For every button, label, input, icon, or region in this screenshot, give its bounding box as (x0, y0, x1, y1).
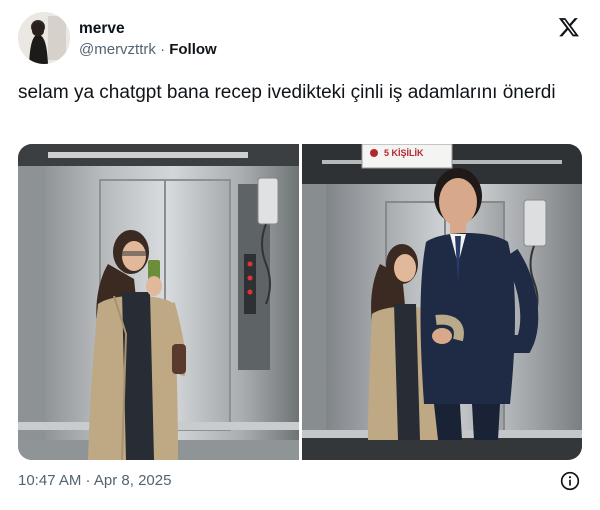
photo-selfie-with-man[interactable]: 5 KİŞİLİK (302, 144, 582, 460)
display-name[interactable]: merve (79, 20, 217, 38)
avatar[interactable] (18, 12, 70, 64)
separator-dot: · (160, 41, 166, 58)
follow-button[interactable]: Follow (169, 41, 217, 58)
photo-selfie-alone[interactable] (18, 144, 299, 460)
tweet-footer: 10:47 AM · Apr 8, 2025 (18, 470, 584, 492)
info-icon[interactable] (560, 471, 580, 491)
elevator-capacity-sign: 5 KİŞİLİK (384, 148, 424, 158)
tweet-header: merve @mervzttrk · Follow (18, 12, 584, 68)
media-grid: 5 KİŞİLİK (18, 144, 582, 460)
tweet-text: selam ya chatgpt bana recep ivedikteki ç… (18, 82, 556, 103)
timestamp[interactable]: 10:47 AM · Apr 8, 2025 (18, 472, 171, 489)
user-handle[interactable]: @mervzttrk (79, 41, 156, 58)
x-logo-icon[interactable] (558, 16, 580, 38)
